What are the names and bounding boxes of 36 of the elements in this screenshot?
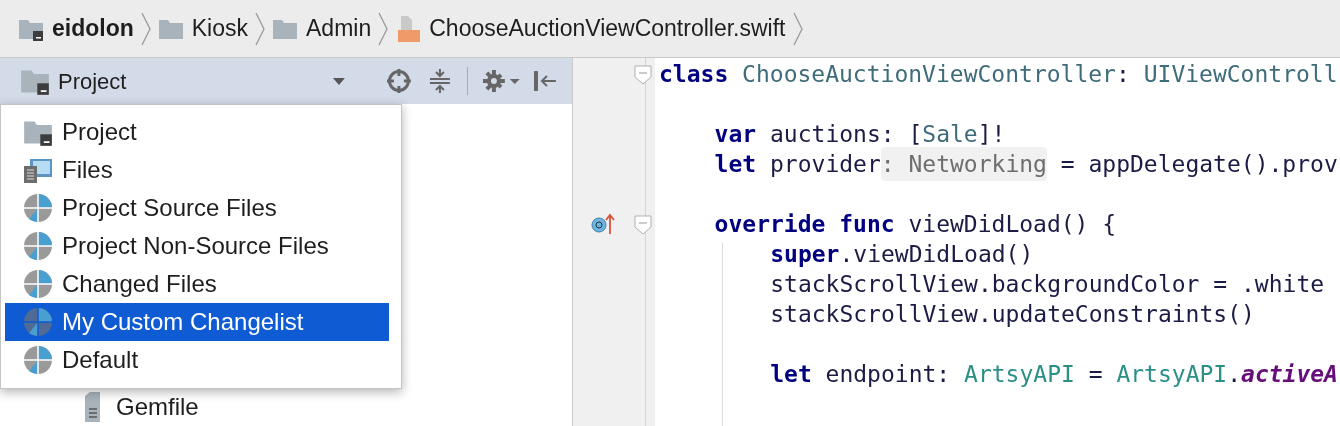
code-line: stackScrollView.updateConstraints() (769, 299, 1256, 329)
hide-panel-icon[interactable] (532, 68, 558, 94)
chevron-icon (254, 11, 267, 46)
breadcrumb-item[interactable]: Kiosk (191, 11, 249, 46)
scope-icon (23, 193, 53, 223)
swift-file-icon (395, 14, 422, 43)
scope-icon (23, 345, 53, 375)
scope-icon (23, 231, 53, 261)
chevron-icon (377, 11, 390, 46)
code-line: override func viewDidLoad() { (713, 209, 1118, 239)
breadcrumb-item[interactable]: eidolon (52, 11, 134, 46)
locate-icon[interactable] (385, 68, 412, 94)
code-line: stackScrollView.backgroundColor = .white (769, 269, 1326, 299)
code-line: let endpoint: ArtsyAPI = ArtsyAPI.activeA (769, 359, 1339, 389)
override-marker-icon[interactable] (591, 213, 615, 235)
tree-item[interactable]: Gemfile (116, 389, 199, 425)
collapse-all-icon[interactable] (427, 68, 452, 94)
breadcrumb-item[interactable]: ChooseAuctionViewController.swift (429, 11, 786, 46)
menu-item[interactable]: Changed Files (5, 265, 389, 303)
chevron-icon (791, 11, 804, 46)
menu-item[interactable]: Files (5, 151, 389, 189)
menu-item[interactable]: Project Source Files (5, 189, 389, 227)
chevron-icon (139, 11, 152, 46)
code-line: class ChooseAuctionViewController: UIViewControll (659, 59, 1339, 89)
menu-item[interactable]: Project Non-Source Files (5, 227, 389, 265)
code-line: let provider: Networking = appDelegate().prov (659, 149, 1340, 179)
code-line: var auctions: [Sale]! (713, 119, 1007, 149)
dropdown-caret-icon[interactable] (331, 76, 346, 86)
scope-icon (23, 307, 53, 337)
scope-icon (23, 269, 53, 299)
menu-item[interactable]: Project (5, 113, 389, 151)
menu-item[interactable]: My Custom Changelist (5, 303, 389, 341)
code-line: super.viewDidLoad() (769, 239, 1035, 269)
view-selector[interactable]: Project (58, 64, 127, 98)
menu-item[interactable]: Default (5, 341, 389, 379)
breadcrumb-item[interactable]: Admin (306, 11, 372, 46)
